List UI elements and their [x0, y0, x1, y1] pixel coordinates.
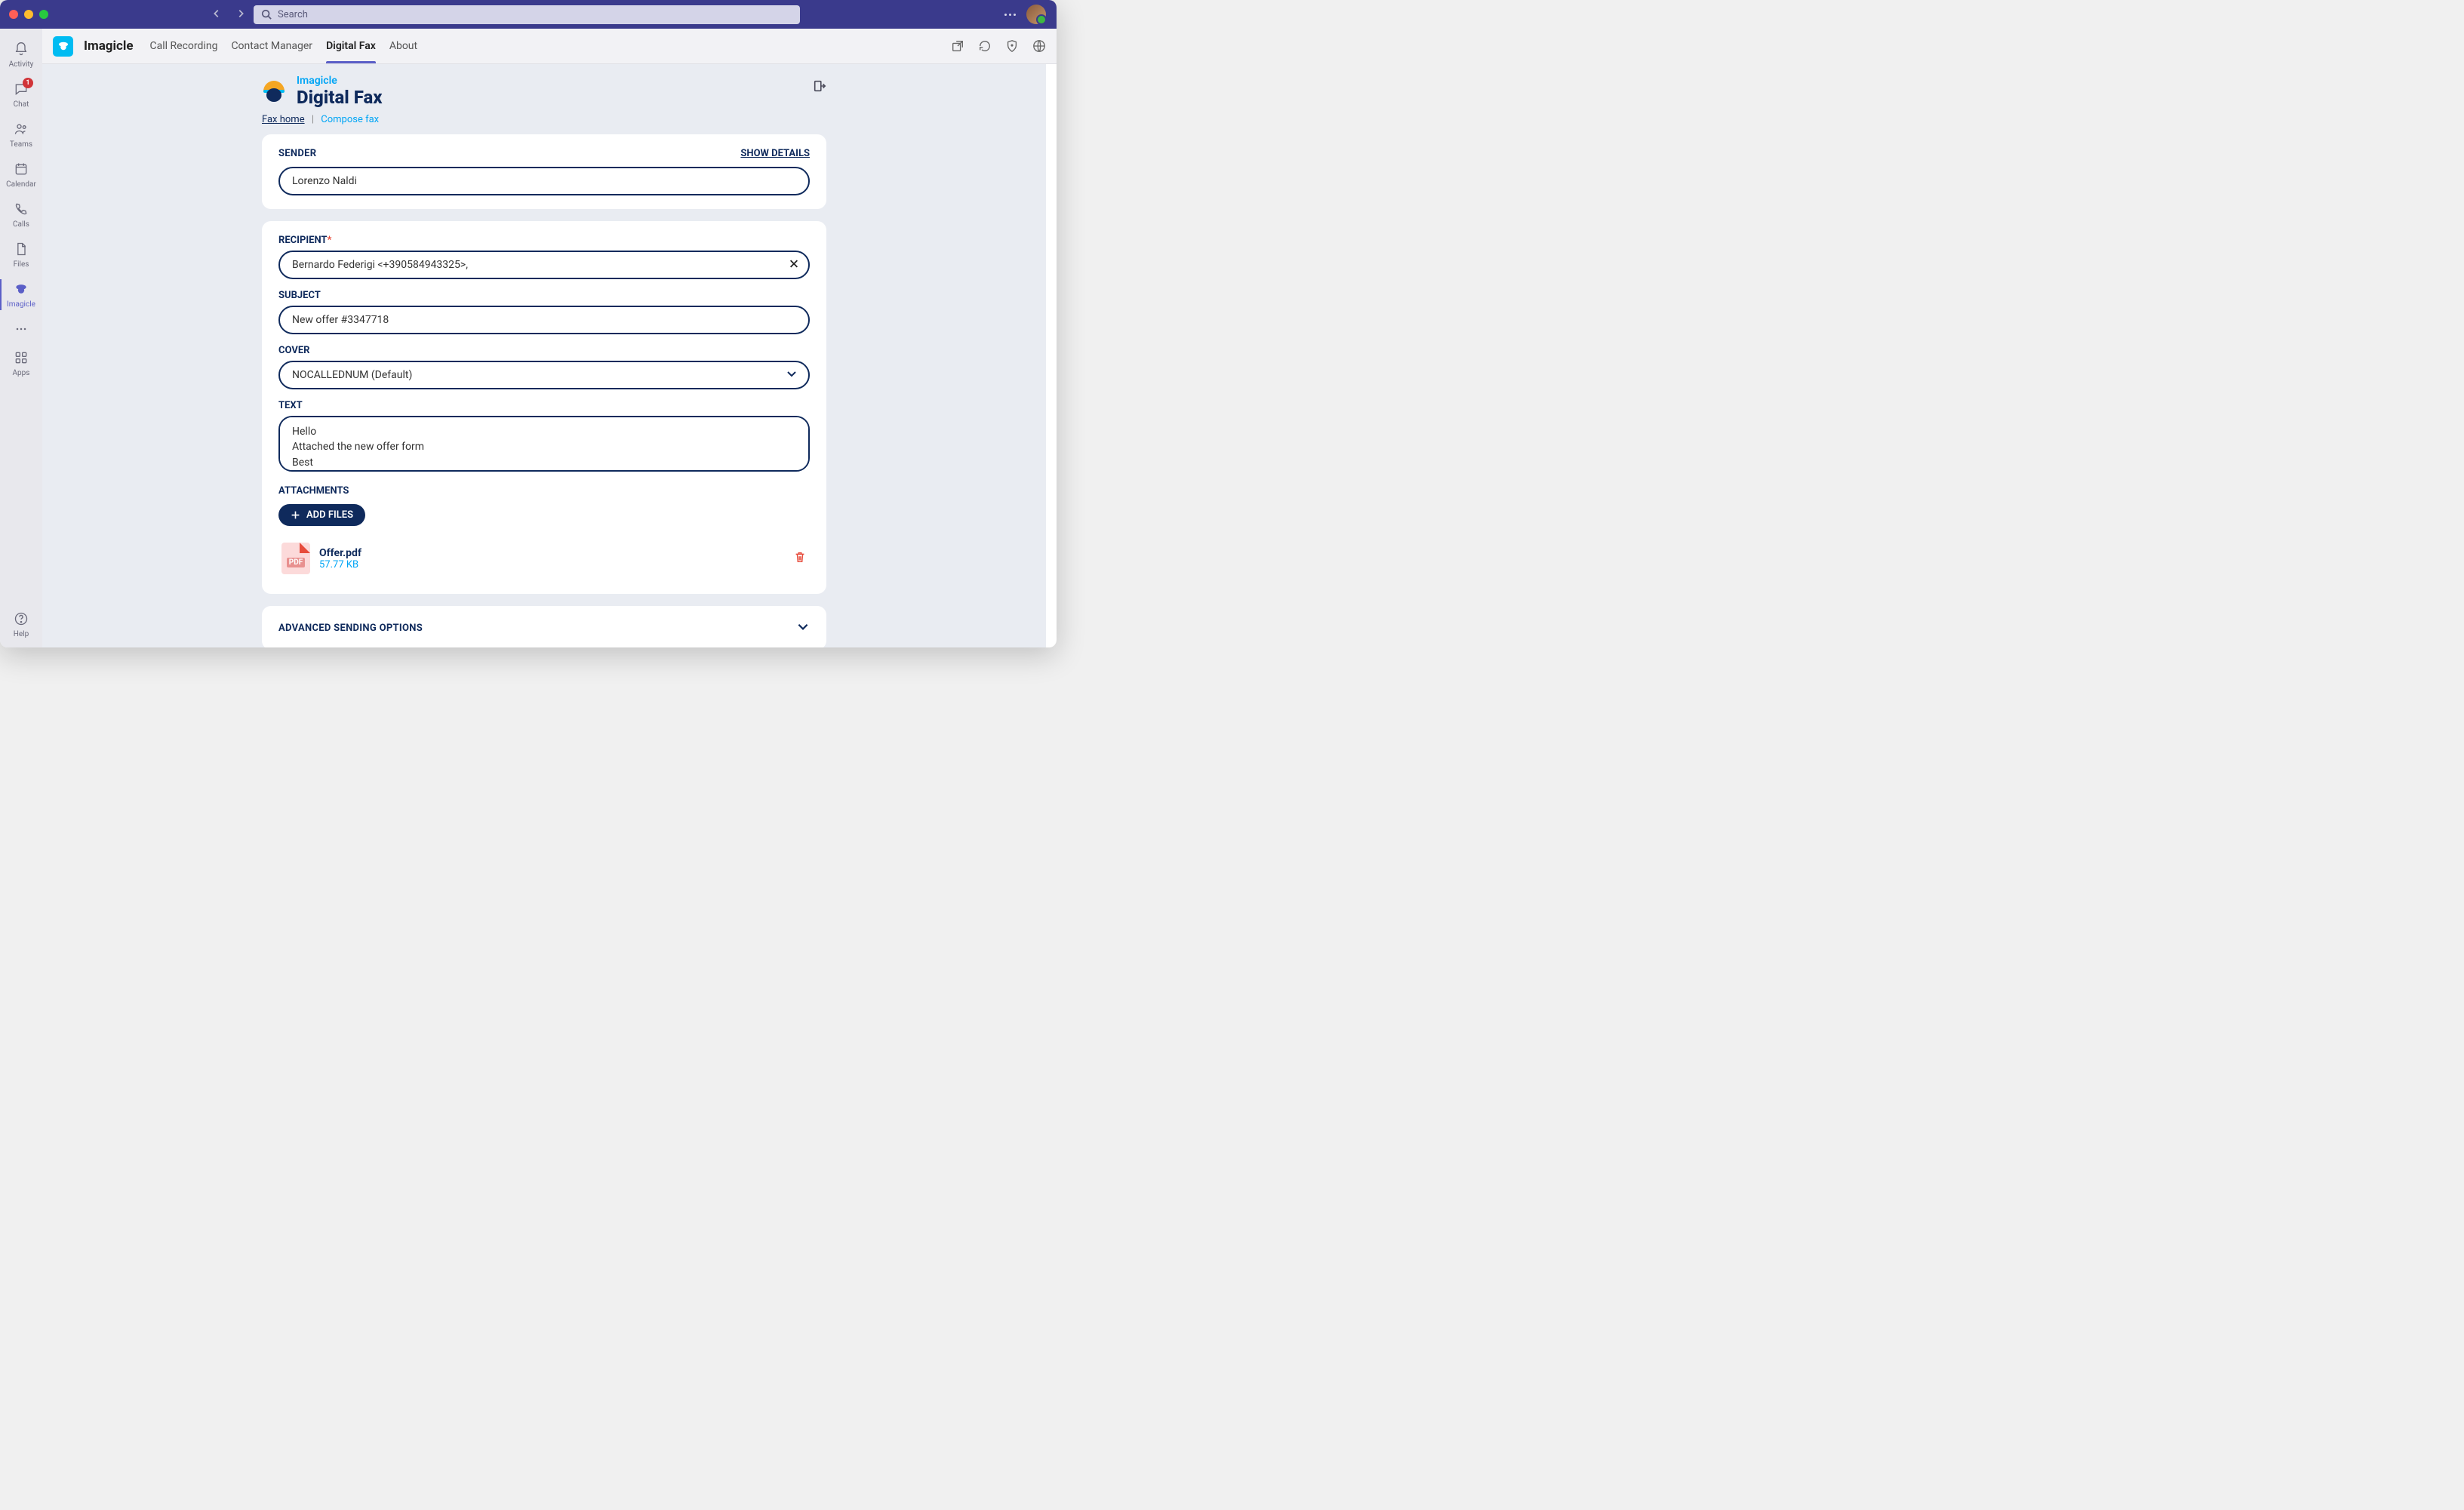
teams-icon: [13, 121, 29, 137]
show-details-link[interactable]: SHOW DETAILS: [740, 148, 810, 159]
titlebar: Search: [0, 0, 1057, 29]
add-files-label: ADD FILES: [306, 509, 353, 521]
apps-icon: [13, 349, 29, 366]
rail-chat[interactable]: 1 Chat: [0, 75, 42, 115]
rail-label: Calls: [13, 220, 29, 229]
attachment-meta: Offer.pdf 57.77 KB: [319, 547, 361, 570]
exit-button[interactable]: [813, 79, 826, 96]
rail-label: Calendar: [6, 180, 36, 189]
app-icon: [53, 36, 73, 57]
rail-more[interactable]: [0, 315, 42, 343]
nav-forward-button[interactable]: [235, 8, 246, 22]
delete-attachment-button[interactable]: [793, 550, 807, 567]
file-icon: [13, 241, 29, 257]
header-tabs: Call Recording Contact Manager Digital F…: [150, 29, 418, 63]
left-rail: Activity 1 Chat Teams Calendar Calls Fil…: [0, 29, 42, 647]
rail-label: Files: [14, 260, 29, 269]
maximize-window-button[interactable]: [39, 10, 48, 19]
attachment-name: Offer.pdf: [319, 547, 361, 559]
tab-contact-manager[interactable]: Contact Manager: [231, 29, 312, 63]
sender-card: SENDER SHOW DETAILS: [262, 134, 826, 209]
user-avatar[interactable]: [1026, 5, 1046, 24]
more-icon: [13, 321, 29, 337]
titlebar-right: [1004, 5, 1046, 24]
phone-icon: [13, 201, 29, 217]
shield-icon[interactable]: [1005, 39, 1019, 53]
cover-select[interactable]: NOCALLEDNUM (Default): [278, 361, 810, 389]
rail-activity[interactable]: Activity: [0, 35, 42, 75]
rail-calendar[interactable]: Calendar: [0, 155, 42, 195]
rail-label: Help: [14, 630, 29, 638]
window-controls: [9, 10, 48, 19]
search-icon: [261, 9, 272, 20]
rail-apps[interactable]: Apps: [0, 343, 42, 383]
brand-sup: Imagicle: [297, 75, 383, 87]
close-window-button[interactable]: [9, 10, 18, 19]
rail-help[interactable]: Help: [0, 604, 42, 647]
subject-label: SUBJECT: [278, 290, 810, 301]
app-window: Search Activity 1 Chat Teams Calendar Ca…: [0, 0, 1057, 647]
add-files-button[interactable]: ADD FILES: [278, 504, 365, 526]
tab-digital-fax[interactable]: Digital Fax: [326, 29, 376, 63]
recipient-label: RECIPIENT*: [278, 235, 810, 246]
clear-recipient-button[interactable]: [789, 257, 799, 273]
tab-call-recording[interactable]: Call Recording: [150, 29, 218, 63]
rail-label: Apps: [13, 369, 30, 377]
calendar-icon: [13, 161, 29, 177]
brand-row: Imagicle Digital Fax: [262, 75, 826, 108]
globe-icon[interactable]: [1032, 39, 1046, 53]
rail-imagicle[interactable]: Imagicle: [0, 275, 42, 315]
help-icon: [13, 610, 29, 627]
attachments-label: ATTACHMENTS: [278, 485, 810, 497]
brand-text: Imagicle Digital Fax: [297, 75, 383, 108]
rail-label: Chat: [14, 100, 29, 109]
tab-about[interactable]: About: [389, 29, 417, 63]
app-name: Imagicle: [84, 38, 134, 54]
nav-back-button[interactable]: [211, 8, 222, 22]
attachment-size: 57.77 KB: [319, 559, 361, 570]
breadcrumb-home[interactable]: Fax home: [262, 114, 305, 125]
attachment-row: PDF Offer.pdf 57.77 KB: [278, 537, 810, 580]
breadcrumb-current: Compose fax: [321, 114, 379, 125]
reload-icon[interactable]: [978, 39, 992, 53]
cover-label: COVER: [278, 345, 810, 356]
chevron-down-icon: [796, 620, 810, 636]
recipient-input[interactable]: [278, 251, 810, 279]
breadcrumb: Fax home | Compose fax: [262, 114, 826, 125]
rail-files[interactable]: Files: [0, 235, 42, 275]
rail-calls[interactable]: Calls: [0, 195, 42, 235]
popout-icon[interactable]: [951, 39, 964, 53]
imagicle-icon: [13, 281, 29, 297]
rail-label: Activity: [9, 60, 34, 69]
more-menu-button[interactable]: [1004, 14, 1016, 16]
plus-icon: [291, 510, 300, 520]
rail-teams[interactable]: Teams: [0, 115, 42, 155]
pdf-icon: PDF: [281, 543, 310, 574]
brand-logo: [262, 79, 286, 103]
text-textarea[interactable]: [278, 416, 810, 472]
bell-icon: [13, 41, 29, 57]
advanced-options-toggle[interactable]: ADVANCED SENDING OPTIONS: [262, 606, 826, 647]
subject-input[interactable]: [278, 306, 810, 334]
rail-label: Imagicle: [7, 300, 35, 309]
brand-main: Digital Fax: [297, 87, 383, 108]
content: Imagicle Digital Fax Fax home | Compose …: [262, 64, 826, 647]
sender-input[interactable]: [278, 167, 810, 195]
advanced-label: ADVANCED SENDING OPTIONS: [278, 623, 423, 634]
header-right: [951, 39, 1046, 53]
minimize-window-button[interactable]: [24, 10, 33, 19]
global-search[interactable]: Search: [254, 5, 800, 24]
rail-label: Teams: [10, 140, 32, 149]
app-header: Imagicle Call Recording Contact Manager …: [42, 29, 1057, 64]
text-label: TEXT: [278, 400, 810, 411]
search-placeholder: Search: [278, 9, 308, 20]
compose-card: RECIPIENT* SUBJECT COVER NOCALLEDNUM (De…: [262, 221, 826, 594]
nav-arrows: [211, 8, 246, 22]
sender-label: SENDER: [278, 148, 316, 159]
content-stage: Imagicle Digital Fax Fax home | Compose …: [42, 64, 1046, 647]
breadcrumb-sep: |: [312, 114, 314, 125]
chat-badge: 1: [23, 78, 33, 88]
